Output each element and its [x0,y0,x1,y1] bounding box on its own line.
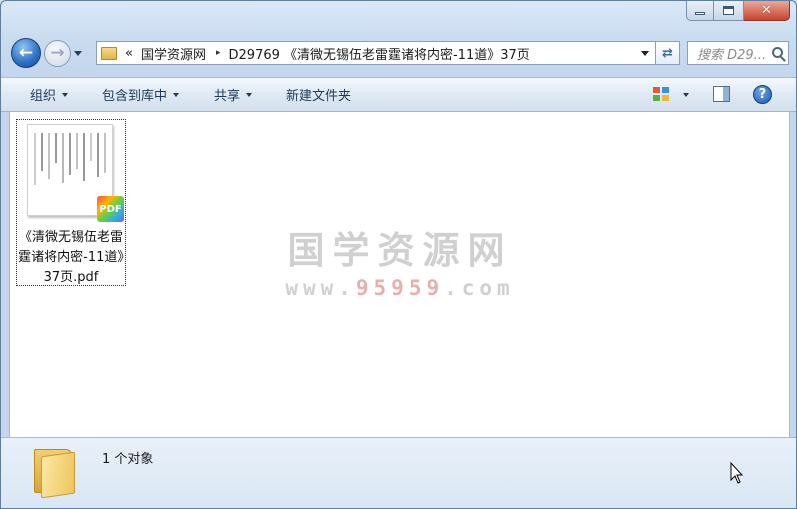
forward-arrow-icon: → [50,42,65,63]
help-icon[interactable]: ? [753,85,772,104]
file-name[interactable]: 《清微无锡伍老雷霆诸将内密-11道》37页.pdf [17,228,125,288]
search-input[interactable]: 搜索 D29... [687,41,789,65]
forward-button[interactable]: → [44,39,71,67]
share-label: 共享 [214,89,241,104]
chevron-down-icon [246,92,253,97]
breadcrumb-separator-icon[interactable]: ▸ [216,48,221,58]
new-folder-button[interactable]: 新建文件夹 [286,78,351,111]
caption-buttons: ✕ [686,1,790,21]
explorer-window: ✕ ← → « 国学资源网 ▸ D29769 《清微无锡伍老雷霆诸将内密-11道… [0,0,797,509]
back-button[interactable]: ← [11,38,41,68]
watermark-url: www.95959.com [285,276,515,300]
recent-pages-dropdown[interactable] [74,50,82,56]
watermark-title: 国学资源网 [287,229,513,272]
include-in-library-button[interactable]: 包含到库中 [102,78,180,111]
file-item[interactable]: PDF 《清微无锡伍老雷霆诸将内密-11道》37页.pdf [16,119,126,286]
preview-pane-icon[interactable] [713,86,730,102]
refresh-button[interactable]: ⇄ [656,41,680,65]
address-overflow[interactable]: « [125,46,133,61]
folder-icon [101,46,117,60]
command-bar: 组织 包含到库中 共享 新建文件夹 ? [1,77,796,112]
address-history-dropdown[interactable] [641,51,649,56]
watermark: 国学资源网 www.95959.com [275,220,525,300]
details-pane: 1 个对象 [1,437,796,508]
new-folder-label: 新建文件夹 [286,89,352,104]
pdf-file-icon: PDF [97,196,124,222]
search-placeholder: 搜索 D29... [697,47,767,63]
change-view-icon[interactable] [653,87,671,102]
back-arrow-icon: ← [18,42,34,63]
address-bar[interactable]: « 国学资源网 ▸ D29769 《清微无锡伍老雷霆诸将内密-11道》37页 [96,41,656,65]
folder-icon [34,445,78,499]
refresh-icon: ⇄ [662,45,673,61]
view-options-dropdown[interactable] [683,93,689,97]
navigation-buttons: ← → [11,37,82,69]
minimize-button[interactable] [686,1,714,21]
item-count: 1 个对象 [102,452,154,467]
include-library-label: 包含到库中 [102,89,168,104]
close-icon: ✕ [761,3,772,18]
organize-button[interactable]: 组织 [30,78,69,111]
chevron-down-icon [62,92,69,97]
share-button[interactable]: 共享 [214,78,253,111]
chevron-down-icon [173,92,180,97]
search-icon[interactable] [772,47,783,58]
maximize-button[interactable] [714,1,744,21]
breadcrumb-current[interactable]: D29769 《清微无锡伍老雷霆诸将内密-11道》37页 [229,44,530,63]
organize-label: 组织 [30,89,57,104]
breadcrumb-root[interactable]: 国学资源网 [141,44,206,63]
minimize-icon [695,12,705,15]
maximize-icon [723,6,734,15]
close-button[interactable]: ✕ [744,1,790,21]
file-list[interactable]: PDF 《清微无锡伍老雷霆诸将内密-11道》37页.pdf 国学资源网 www.… [9,112,790,437]
mouse-cursor-icon [730,461,744,484]
